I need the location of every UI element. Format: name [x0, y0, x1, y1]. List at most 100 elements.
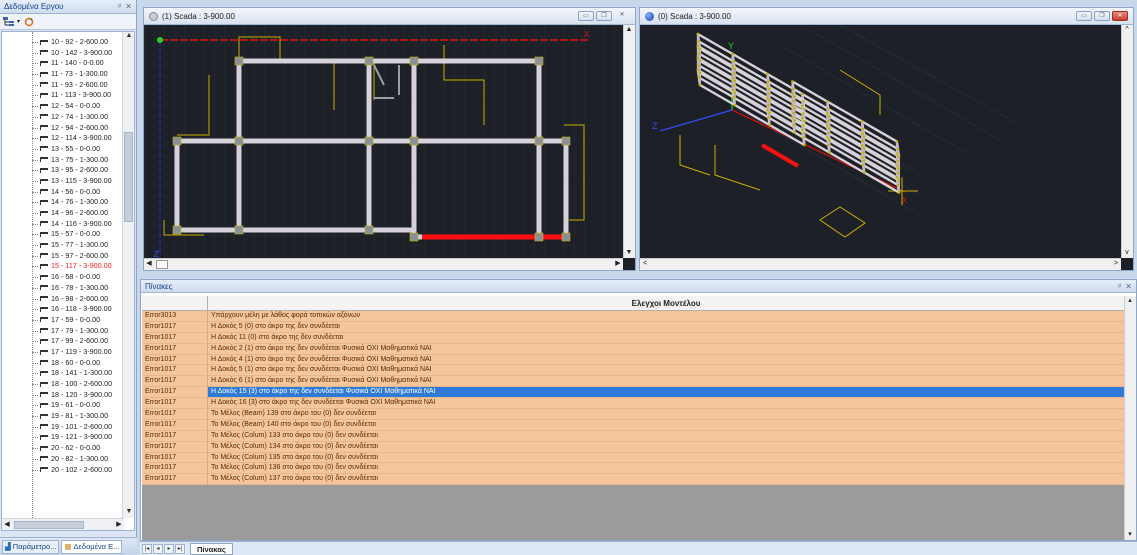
- table-row[interactable]: Error1017 Το Μέλος (Colum) 137 στο άκρο τ…: [142, 474, 1124, 486]
- error-message-cell[interactable]: Το Μέλος (Colum) 137 στο άκρο του (0) δε…: [208, 474, 1124, 485]
- tree-item[interactable]: 13 - 115 - 3-900.00: [2, 176, 122, 187]
- 3d-horizontal-scrollbar[interactable]: < >: [640, 258, 1121, 270]
- scroll-down-icon[interactable]: v: [1122, 248, 1132, 258]
- plan-viewport[interactable]: (1) Scada : 3-900.00 ▭ ❐ ✕ X Z ▲ ▼ ◀ ▶: [143, 7, 636, 271]
- table-row[interactable]: Error1017 Η Δοκός 11 (0) στο άκρο της δεν…: [142, 332, 1124, 344]
- error-message-cell[interactable]: Η Δοκός 15 (3) στο άκρο της δεν συνδέετα…: [208, 387, 1124, 398]
- error-code-cell[interactable]: Error1017: [142, 376, 208, 387]
- error-code-cell[interactable]: Error1017: [142, 463, 208, 474]
- tree-item[interactable]: 16 - 118 - 3-900.00: [2, 304, 122, 315]
- tree-item[interactable]: 16 - 98 - 2-600.00: [2, 294, 122, 305]
- plan-vertical-scrollbar[interactable]: ▲ ▼: [623, 25, 635, 258]
- tree-item[interactable]: 18 - 120 - 3-900.00: [2, 390, 122, 401]
- error-message-cell[interactable]: Η Δοκός 16 (3) στο άκρο της δεν συνδέετα…: [208, 398, 1124, 409]
- error-message-cell[interactable]: Το Μέλος (Colum) 133 στο άκρο του (0) δε…: [208, 430, 1124, 441]
- tree-item[interactable]: 12 - 114 - 3-900.00: [2, 133, 122, 144]
- error-code-cell[interactable]: Error1017: [142, 409, 208, 419]
- tree-item[interactable]: 16 - 58 - 0-0.00: [2, 272, 122, 283]
- scroll-right-icon[interactable]: ▶: [613, 259, 623, 269]
- first-sheet-button[interactable]: |◂: [142, 543, 152, 554]
- scroll-left-icon[interactable]: <: [640, 259, 650, 269]
- tree-item[interactable]: 17 - 59 - 0-0.00: [2, 315, 122, 326]
- tree-item[interactable]: 15 - 117 - 3-900.00: [2, 261, 122, 272]
- tree-item[interactable]: 13 - 75 - 1-300.00: [2, 155, 122, 166]
- error-message-cell[interactable]: Η Δοκός 6 (1) στο άκρο της δεν συνδέεται…: [208, 376, 1124, 387]
- error-code-cell[interactable]: Error1017: [142, 365, 208, 376]
- tab-parameters[interactable]: ▟ Παράμετρο...: [2, 539, 60, 554]
- tree-item[interactable]: 18 - 141 - 1-300.00: [2, 368, 122, 379]
- scroll-down-icon[interactable]: ▼: [124, 508, 134, 518]
- tree-item[interactable]: 17 - 119 - 3-900.00: [2, 347, 122, 358]
- tree-item[interactable]: 10 - 92 - 2-600.00: [2, 37, 122, 48]
- table-row[interactable]: Error1017 Το Μέλος (Beam) 139 στο άκρο το…: [142, 409, 1124, 420]
- error-code-cell[interactable]: Error1017: [142, 354, 208, 365]
- error-code-cell[interactable]: Error1017: [142, 398, 208, 409]
- table-row[interactable]: Error1017 Το Μέλος (Colum) 133 στο άκρο τ…: [142, 430, 1124, 442]
- scroll-up-icon[interactable]: ▴: [1125, 296, 1135, 306]
- table-row[interactable]: Error1017 Η Δοκός 6 (1) στο άκρο της δεν …: [142, 376, 1124, 388]
- table-row[interactable]: Error3013 Υπάρχουν μέλη με λάθος φορά τοπ…: [142, 311, 1124, 322]
- tree-item[interactable]: 16 - 78 - 1-300.00: [2, 283, 122, 294]
- error-code-cell[interactable]: Error1017: [142, 387, 208, 398]
- table-row[interactable]: Error1017 Η Δοκός 15 (3) στο άκρο της δεν…: [142, 387, 1124, 399]
- tree-item[interactable]: 19 - 121 - 3-900.00: [2, 432, 122, 443]
- error-code-cell[interactable]: Error1017: [142, 343, 208, 354]
- last-sheet-button[interactable]: ▸|: [175, 543, 185, 554]
- table-row[interactable]: Error1017 Η Δοκός 4 (1) στο άκρο της δεν …: [142, 354, 1124, 366]
- table-row[interactable]: Error1017 Το Μέλος (Colum) 135 στο άκρο τ…: [142, 452, 1124, 464]
- error-code-cell[interactable]: Error1017: [142, 441, 208, 452]
- scroll-down-icon[interactable]: ▾: [1125, 530, 1135, 540]
- tree-horizontal-scrollbar[interactable]: ◀ ▶: [2, 518, 124, 530]
- error-code-cell[interactable]: Error3013: [142, 311, 208, 321]
- tree-item[interactable]: 19 - 61 - 0-0.00: [2, 400, 122, 411]
- error-message-cell[interactable]: Η Δοκός 5 (1) στο άκρο της δεν συνδέεται…: [208, 365, 1124, 376]
- tab-table[interactable]: Πίνακας: [190, 542, 233, 555]
- 3d-vertical-scrollbar[interactable]: ^ v: [1121, 25, 1133, 258]
- error-message-cell[interactable]: Το Μέλος (Beam) 140 στο άκρο του (0) δεν…: [208, 419, 1124, 430]
- error-message-cell[interactable]: Υπάρχουν μέλη με λάθος φορά τοπικών αξόν…: [208, 311, 1124, 321]
- table-row[interactable]: Error1017 Η Δοκός 16 (3) στο άκρο της δεν…: [142, 398, 1124, 410]
- model-checks-grid[interactable]: Ελεγχοι Μοντέλου Error3013 Υπάρχουν μέλη …: [142, 296, 1124, 540]
- tree-item[interactable]: 20 - 82 - 1-300.00: [2, 454, 122, 465]
- table-row[interactable]: Error1017 Το Μέλος (Colum) 136 στο άκρο τ…: [142, 463, 1124, 475]
- close-icon[interactable]: ✕: [1125, 282, 1132, 291]
- tree-item[interactable]: 19 - 81 - 1-300.00: [2, 411, 122, 422]
- close-button[interactable]: ✕: [1112, 11, 1128, 21]
- tree-item[interactable]: 10 - 142 - 3-900.00: [2, 48, 122, 59]
- scroll-up-icon[interactable]: ▲: [624, 25, 634, 35]
- tree-item[interactable]: 15 - 77 - 1-300.00: [2, 240, 122, 251]
- tree-vertical-scrollbar[interactable]: ▲ ▼: [122, 32, 134, 518]
- close-button[interactable]: ✕: [614, 11, 630, 21]
- tree-item[interactable]: 17 - 99 - 2-600.00: [2, 336, 122, 347]
- error-code-cell[interactable]: Error1017: [142, 332, 208, 343]
- minimize-button[interactable]: ▭: [578, 11, 594, 21]
- table-row[interactable]: Error1017 Η Δοκός 5 (0) στο άκρο της δεν …: [142, 321, 1124, 333]
- close-icon[interactable]: ✕: [125, 2, 132, 11]
- column-header[interactable]: Ελεγχοι Μοντέλου: [208, 296, 1124, 310]
- tree-item[interactable]: 15 - 57 - 0-0.00: [2, 229, 122, 240]
- table-row[interactable]: Error1017 Η Δοκός 5 (1) στο άκρο της δεν …: [142, 365, 1124, 377]
- scroll-left-icon[interactable]: ◀: [2, 520, 12, 530]
- tree-item[interactable]: 20 - 62 - 0-0.00: [2, 443, 122, 454]
- pin-icon[interactable]: ᵖ: [118, 2, 121, 11]
- tree-item[interactable]: 14 - 116 - 3-900.00: [2, 219, 122, 230]
- next-sheet-button[interactable]: ▸: [164, 543, 174, 554]
- tree-item[interactable]: 17 - 79 - 1-300.00: [2, 326, 122, 337]
- error-code-cell[interactable]: Error1017: [142, 321, 208, 332]
- error-code-cell[interactable]: Error1017: [142, 474, 208, 485]
- error-message-cell[interactable]: Το Μέλος (Beam) 139 στο άκρο του (0) δεν…: [208, 409, 1124, 419]
- tree-item[interactable]: 11 - 93 - 2-600.00: [2, 80, 122, 91]
- scroll-thumb[interactable]: [14, 521, 84, 529]
- error-message-cell[interactable]: Το Μέλος (Colum) 134 στο άκρο του (0) δε…: [208, 441, 1124, 452]
- scroll-down-icon[interactable]: ▼: [624, 248, 634, 258]
- tree-item[interactable]: 14 - 76 - 1-300.00: [2, 197, 122, 208]
- error-message-cell[interactable]: Η Δοκός 4 (1) στο άκρο της δεν συνδέεται…: [208, 354, 1124, 365]
- tree-item[interactable]: 11 - 73 - 1-300.00: [2, 69, 122, 80]
- tree-item[interactable]: 12 - 54 - 0-0.00: [2, 101, 122, 112]
- tree-item[interactable]: 12 - 74 - 1-300.00: [2, 112, 122, 123]
- tree-item[interactable]: 12 - 94 - 2-600.00: [2, 123, 122, 134]
- tree-item[interactable]: 14 - 96 - 2-600.00: [2, 208, 122, 219]
- tree-item[interactable]: 18 - 60 - 0-0.00: [2, 358, 122, 369]
- table-row[interactable]: Error1017 Το Μέλος (Colum) 134 στο άκρο τ…: [142, 441, 1124, 453]
- scroll-thumb[interactable]: [124, 132, 133, 222]
